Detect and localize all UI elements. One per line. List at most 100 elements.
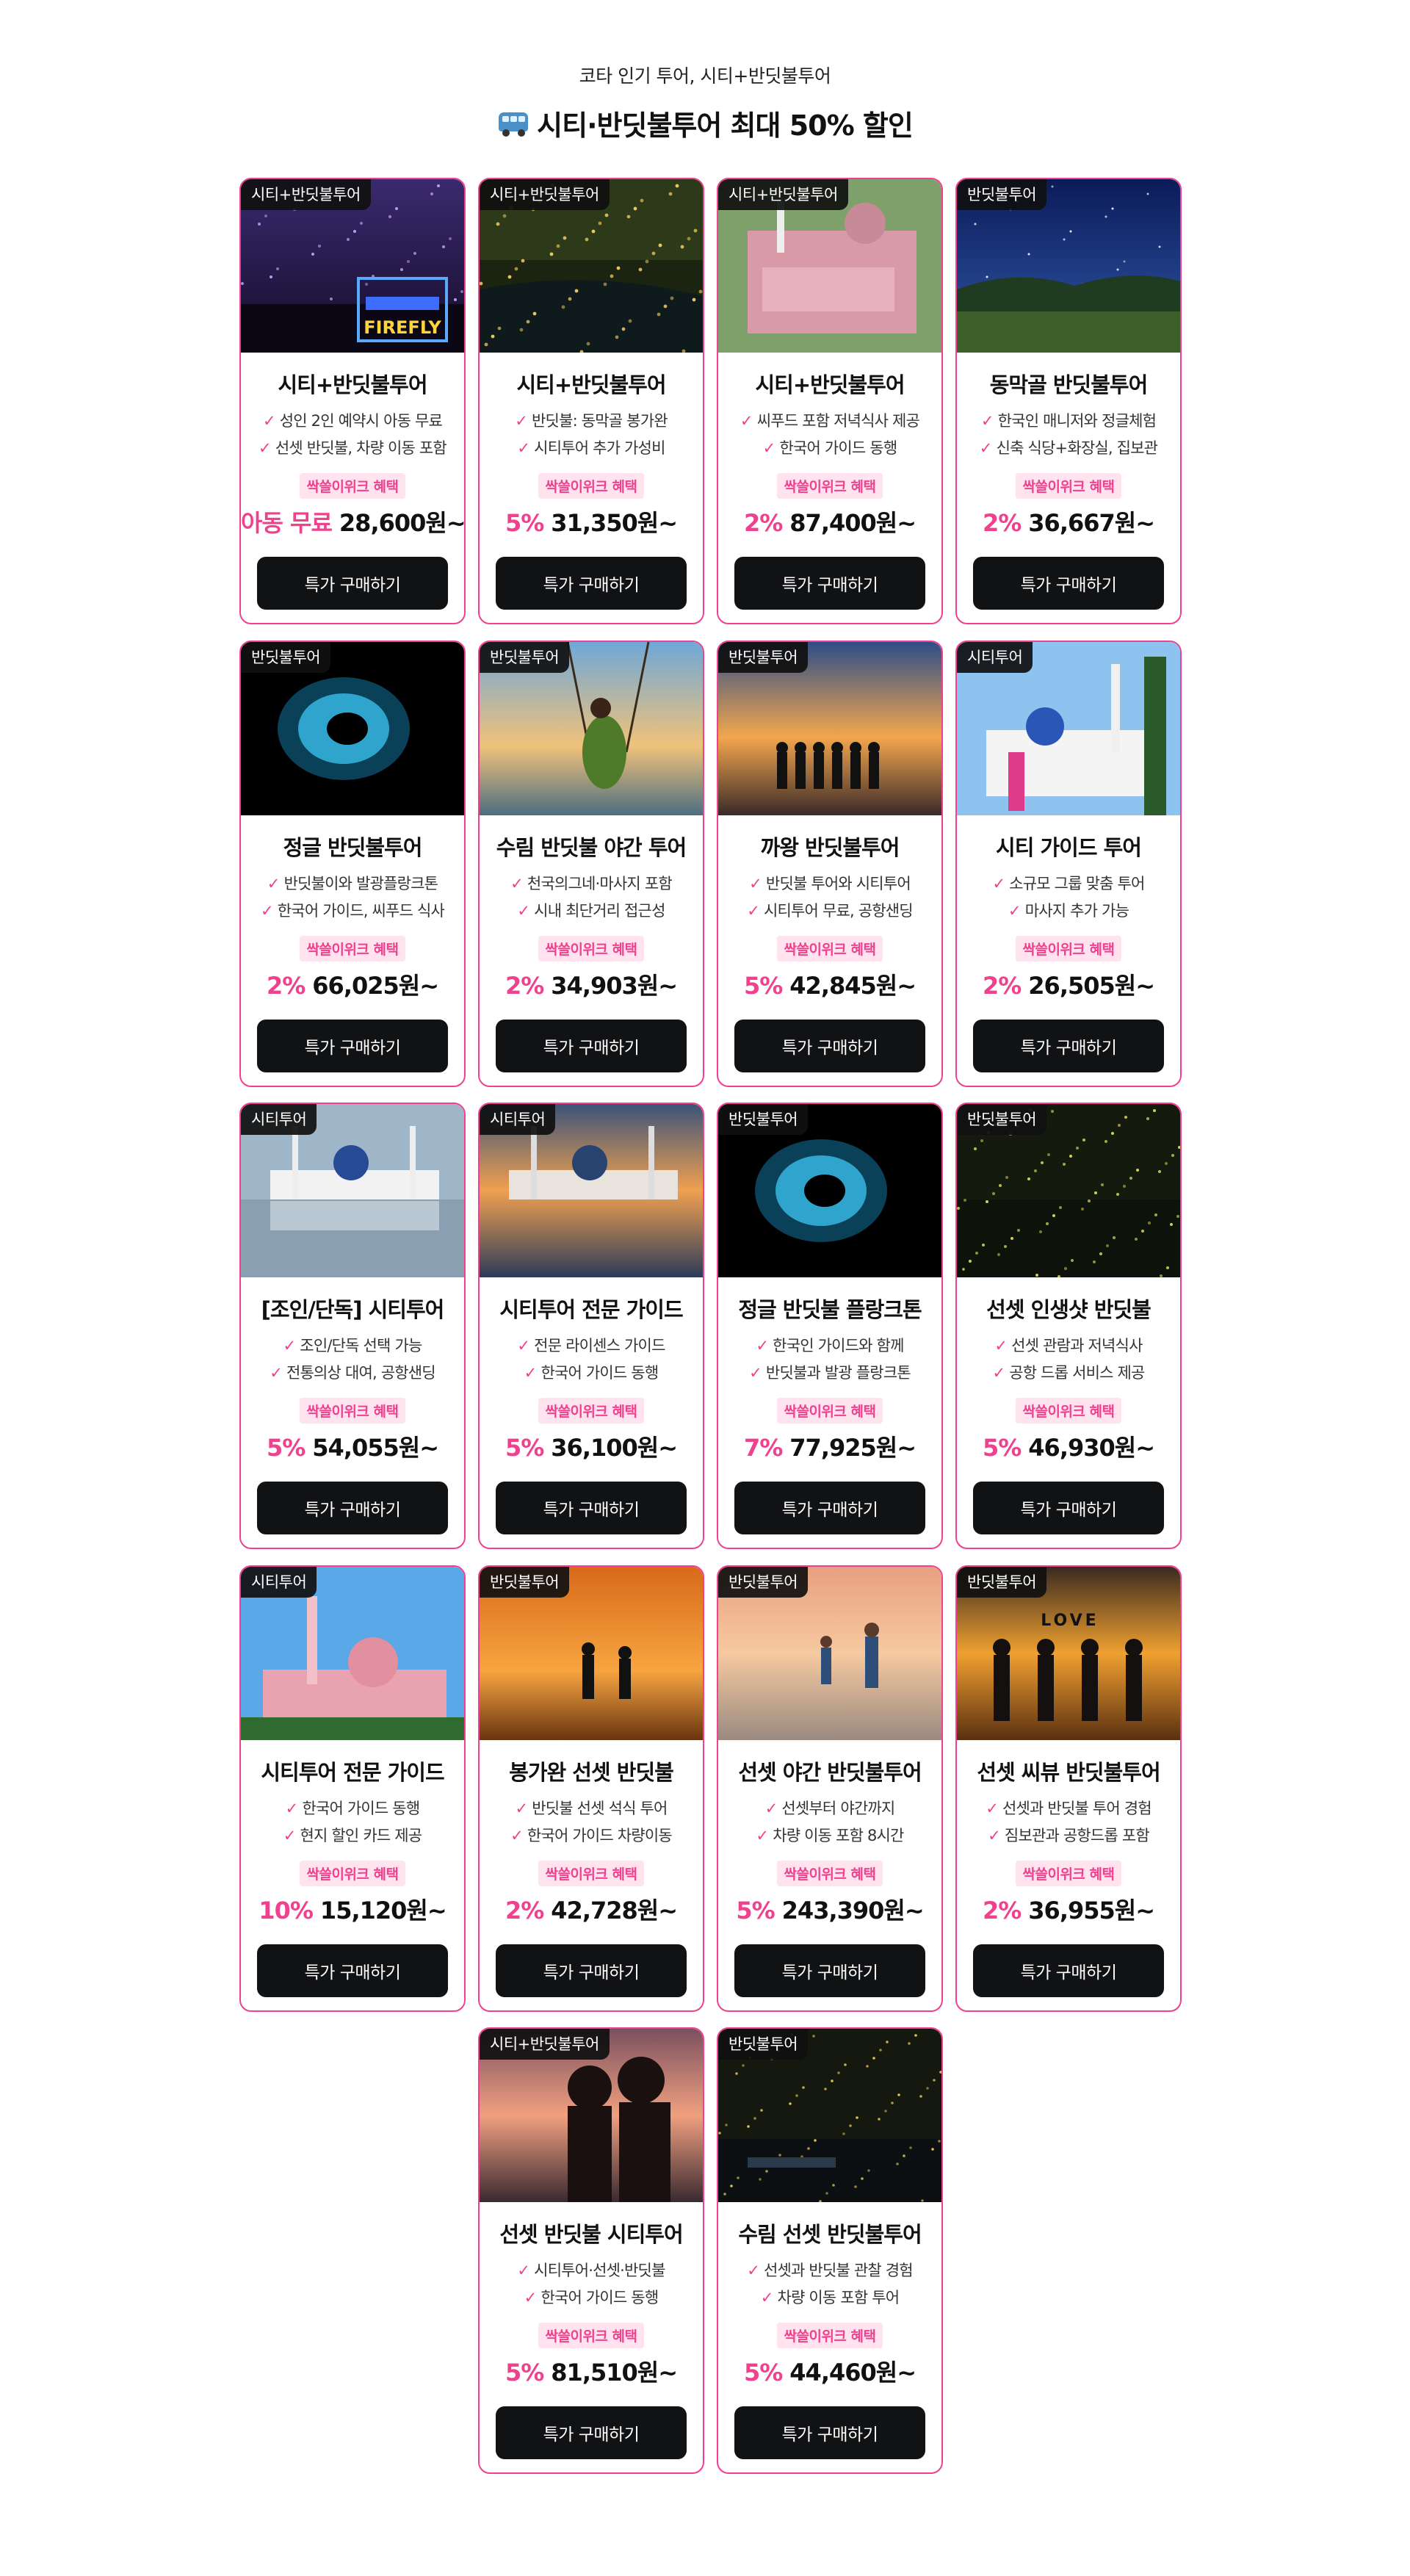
product-card[interactable]: 시티투어 [조인/단독] 시티투어 ✓ 조인/단독 선택 가능 ✓ 전통의상 대여,… bbox=[239, 1103, 466, 1549]
price-row: 2% 87,400원~ bbox=[718, 505, 941, 538]
product-title: 수림 반딧불 야간 투어 bbox=[496, 835, 687, 860]
product-card[interactable]: 시티+반딧불투어 선셋 반딧불 시티투어 ✓ 시티투어·선셋·반딧불 ✓ 한국어 가… bbox=[478, 2027, 704, 2474]
price-value: 34,903원~ bbox=[551, 972, 678, 1000]
price-value: 46,930원~ bbox=[1028, 1434, 1155, 1462]
feature-text: 시티투어 무료, 공항샌딩 bbox=[763, 902, 914, 920]
product-card[interactable]: 반딧불투어 선셋 인생샷 반딧불 ✓ 선셋 관람과 저녁식사 ✓ 공항 드롭 서비스… bbox=[955, 1103, 1182, 1549]
check-icon: ✓ bbox=[262, 412, 276, 430]
feature-item: ✓ 천국의그네·마사지 포함 bbox=[480, 872, 703, 894]
check-icon: ✓ bbox=[510, 875, 524, 892]
feature-text: 시티투어 추가 가성비 bbox=[534, 439, 665, 457]
product-card[interactable]: 반딧불투어 선셋 야간 반딧불투어 ✓ 선셋부터 야간까지 ✓ 차량 이동 포함 8… bbox=[717, 1565, 943, 2012]
feature-item: ✓ 한국어 가이드 차량이동 bbox=[480, 1824, 703, 1846]
price-value: 66,025원~ bbox=[312, 972, 439, 1000]
price-value: 42,728원~ bbox=[551, 1897, 678, 1924]
buy-button[interactable]: 특가 구매하기 bbox=[973, 1944, 1164, 1997]
feature-text: 한국어 가이드 동행 bbox=[302, 1800, 420, 1817]
discount-label: 5% bbox=[505, 1434, 544, 1462]
product-card[interactable]: 반딧불투어 정글 반딧불투어 ✓ 반딧불이와 발광플랑크톤 ✓ 한국어 가이드, 씨… bbox=[239, 641, 466, 1087]
product-card[interactable]: FIREFLY 시티+반딧불투어 시티+반딧불투어 ✓ 성인 2인 예약시 아동 … bbox=[239, 178, 466, 624]
discount-label: 5% bbox=[736, 1897, 775, 1924]
feature-text: 선셋 관람과 저녁식사 bbox=[1011, 1337, 1143, 1354]
promo-badge: 싹쓸이위크 혜택 bbox=[776, 936, 883, 962]
price-value: 87,400원~ bbox=[789, 509, 916, 537]
feature-text: 반딧불 선셋 석식 투어 bbox=[532, 1800, 668, 1817]
feature-text: 마사지 추가 가능 bbox=[1024, 902, 1129, 920]
promo-badge: 싹쓸이위크 혜택 bbox=[1015, 473, 1122, 499]
check-icon: ✓ bbox=[510, 1827, 524, 1844]
buy-button[interactable]: 특가 구매하기 bbox=[734, 557, 925, 610]
buy-button[interactable]: 특가 구매하기 bbox=[257, 1944, 448, 1997]
buy-button[interactable]: 특가 구매하기 bbox=[734, 1020, 925, 1072]
product-card[interactable]: 반딧불투어 까왕 반딧불투어 ✓ 반딧불 투어와 시티투어 ✓ 시티투어 무료, 공… bbox=[717, 641, 943, 1087]
check-icon: ✓ bbox=[517, 1337, 530, 1354]
price-value: 36,955원~ bbox=[1028, 1897, 1155, 1924]
feature-item: ✓ 차량 이동 포함 8시간 bbox=[718, 1824, 941, 1846]
feature-text: 한국어 가이드 동행 bbox=[540, 1364, 659, 1382]
buy-button[interactable]: 특가 구매하기 bbox=[496, 1482, 687, 1534]
buy-button[interactable]: 특가 구매하기 bbox=[734, 1944, 925, 1997]
promo-badge: 싹쓸이위크 혜택 bbox=[538, 473, 645, 499]
check-icon: ✓ bbox=[515, 1800, 528, 1817]
product-card[interactable]: 시티+반딧불투어 시티+반딧불투어 ✓ 반딧불: 동막골 봉가완 ✓ 시티투어 추가… bbox=[478, 178, 704, 624]
buy-button[interactable]: 특가 구매하기 bbox=[496, 1020, 687, 1072]
product-title: 선셋 씨뷰 반딧불투어 bbox=[977, 1760, 1160, 1785]
feature-item: ✓ 한국어 가이드 동행 bbox=[718, 436, 941, 458]
discount-label: 5% bbox=[743, 2359, 783, 2386]
price-row: 2% 66,025원~ bbox=[241, 967, 464, 1001]
buy-button[interactable]: 특가 구매하기 bbox=[973, 557, 1164, 610]
product-card[interactable]: 시티투어 시티 가이드 투어 ✓ 소규모 그룹 맞춤 투어 ✓ 마사지 추가 가능 … bbox=[955, 641, 1182, 1087]
check-icon: ✓ bbox=[747, 902, 760, 920]
feature-text: 소규모 그룹 맞춤 투어 bbox=[1009, 875, 1145, 892]
price-value: 36,667원~ bbox=[1028, 509, 1155, 537]
feature-item: ✓ 한국어 가이드 동행 bbox=[480, 2286, 703, 2308]
product-card[interactable]: 시티+반딧불투어 시티+반딧불투어 ✓ 씨푸드 포함 저녁식사 제공 ✓ 한국어 가… bbox=[717, 178, 943, 624]
feature-item: ✓ 선셋과 반딧불 투어 경험 bbox=[957, 1797, 1180, 1819]
category-tag: 반딧불투어 bbox=[718, 642, 809, 673]
check-icon: ✓ bbox=[992, 1364, 1005, 1382]
buy-button[interactable]: 특가 구매하기 bbox=[973, 1020, 1164, 1072]
discount-label: 5% bbox=[505, 2359, 544, 2386]
product-card[interactable]: 시티투어 시티투어 전문 가이드 ✓ 한국어 가이드 동행 ✓ 현지 할인 카드 제… bbox=[239, 1565, 466, 2012]
promo-badge: 싹쓸이위크 혜택 bbox=[299, 473, 406, 499]
feature-item: ✓ 반딧불 선셋 석식 투어 bbox=[480, 1797, 703, 1819]
buy-button[interactable]: 특가 구매하기 bbox=[257, 1482, 448, 1534]
buy-button[interactable]: 특가 구매하기 bbox=[496, 1944, 687, 1997]
product-card[interactable]: 반딧불투어 동막골 반딧불투어 ✓ 한국인 매니저와 정글체험 ✓ 신축 식당+화장… bbox=[955, 178, 1182, 624]
price-value: 81,510원~ bbox=[551, 2359, 678, 2386]
feature-text: 반딧불과 발광 플랑크톤 bbox=[765, 1364, 911, 1382]
feature-item: ✓ 한국어 가이드 동행 bbox=[241, 1797, 464, 1819]
buy-button[interactable]: 특가 구매하기 bbox=[496, 557, 687, 610]
feature-item: ✓ 한국인 가이드와 함께 bbox=[718, 1334, 941, 1356]
buy-button[interactable]: 특가 구매하기 bbox=[734, 1482, 925, 1534]
category-tag: 시티+반딧불투어 bbox=[480, 179, 610, 210]
product-card[interactable]: LOVE 반딧불투어 선셋 씨뷰 반딧불투어 ✓ 선셋과 반딧불 투어 경험 ✓ 짐… bbox=[955, 1565, 1182, 2012]
feature-item: ✓ 공항 드롭 서비스 제공 bbox=[957, 1361, 1180, 1383]
buy-button[interactable]: 특가 구매하기 bbox=[257, 557, 448, 610]
price-row: 5% 81,510원~ bbox=[480, 2354, 703, 2388]
feature-text: 선셋부터 야간까지 bbox=[781, 1800, 895, 1817]
feature-item: ✓ 시티투어·선셋·반딧불 bbox=[480, 2259, 703, 2281]
product-card[interactable]: 반딧불투어 정글 반딧불 플랑크톤 ✓ 한국인 가이드와 함께 ✓ 반딧불과 발광 … bbox=[717, 1103, 943, 1549]
buy-button[interactable]: 특가 구매하기 bbox=[973, 1482, 1164, 1534]
category-tag: 시티+반딧불투어 bbox=[718, 179, 848, 210]
discount-label: 2% bbox=[266, 972, 306, 1000]
feature-item: ✓ 반딧불: 동막골 봉가완 bbox=[480, 409, 703, 431]
buy-button[interactable]: 특가 구매하기 bbox=[257, 1020, 448, 1072]
discount-label: 2% bbox=[982, 972, 1022, 1000]
product-card[interactable]: 반딧불투어 수림 선셋 반딧불투어 ✓ 선셋과 반딧불 관찰 경험 ✓ 차량 이동 … bbox=[717, 2027, 943, 2474]
feature-item: ✓ 전통의상 대여, 공항샌딩 bbox=[241, 1361, 464, 1383]
product-title: 정글 반딧불 플랑크톤 bbox=[738, 1297, 922, 1322]
buy-button[interactable]: 특가 구매하기 bbox=[734, 2406, 925, 2459]
category-tag: 반딧불투어 bbox=[957, 179, 1047, 210]
buy-button[interactable]: 특가 구매하기 bbox=[496, 2406, 687, 2459]
discount-label: 5% bbox=[743, 972, 783, 1000]
price-value: 42,845원~ bbox=[789, 972, 916, 1000]
product-card[interactable]: 반딧불투어 봉가완 선셋 반딧불 ✓ 반딧불 선셋 석식 투어 ✓ 한국어 가이드 … bbox=[478, 1565, 704, 2012]
feature-item: ✓ 성인 2인 예약시 아동 무료 bbox=[241, 409, 464, 431]
product-card[interactable]: 반딧불투어 수림 반딧불 야간 투어 ✓ 천국의그네·마사지 포함 ✓ 시내 최단거… bbox=[478, 641, 704, 1087]
price-value: 243,390원~ bbox=[781, 1897, 925, 1924]
product-title: 동막골 반딧불투어 bbox=[989, 372, 1149, 397]
product-card[interactable]: 시티투어 시티투어 전문 가이드 ✓ 전문 라이센스 가이드 ✓ 한국어 가이드 동… bbox=[478, 1103, 704, 1549]
feature-text: 차량 이동 포함 8시간 bbox=[773, 1827, 904, 1844]
